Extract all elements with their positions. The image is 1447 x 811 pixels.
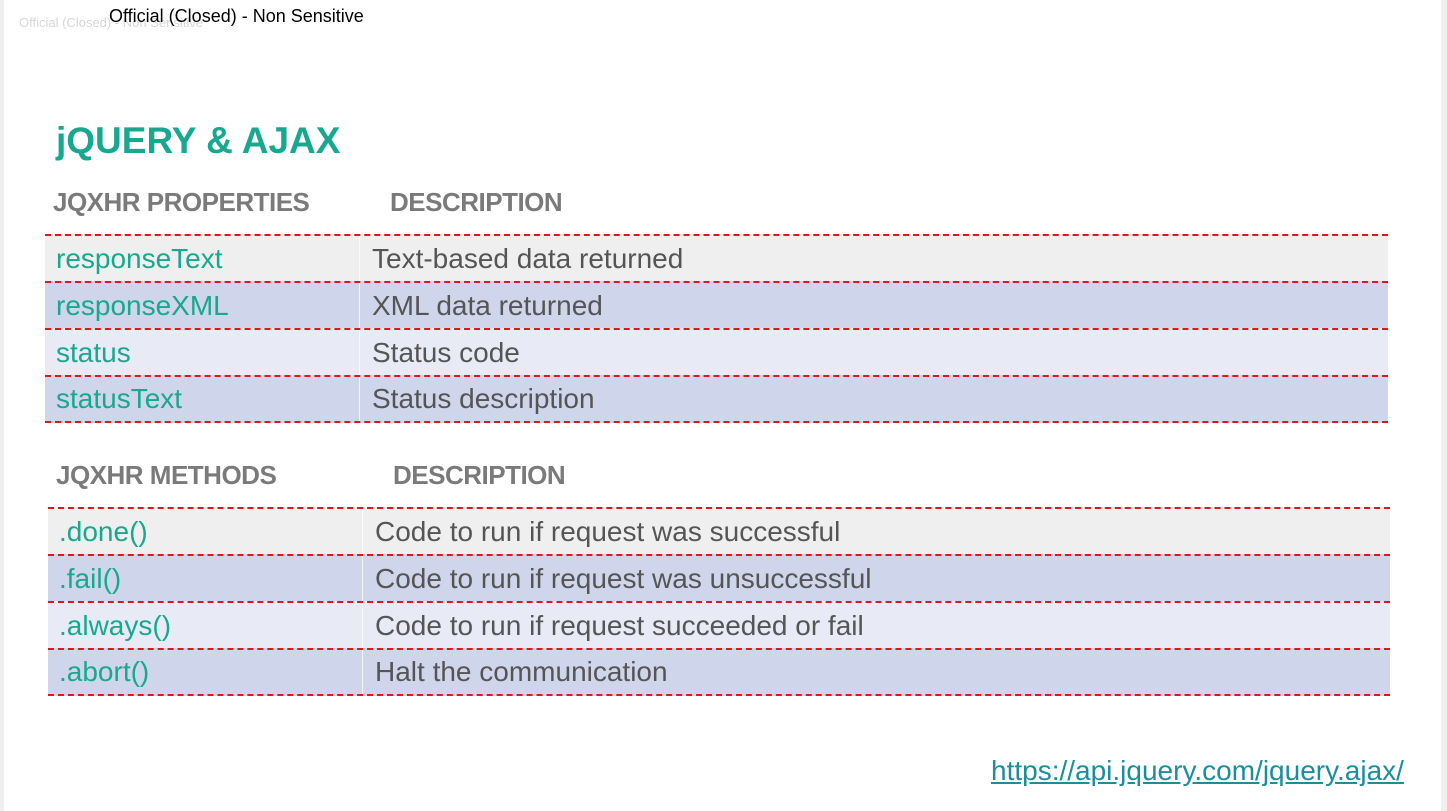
classification-label: Official (Closed) - Non Sensitive <box>109 6 364 26</box>
slide: Official (Closed) - Non Sensitive Offici… <box>4 0 1441 811</box>
methods-header-name: JQXHR METHODS <box>56 460 277 490</box>
method-name: .abort() <box>48 650 363 694</box>
table-row: status Status code <box>45 328 1388 375</box>
method-name: .fail() <box>48 556 363 601</box>
table-row: responseXML XML data returned <box>45 281 1388 328</box>
properties-header-description: DESCRIPTION <box>390 187 563 217</box>
methods-header-description: DESCRIPTION <box>393 460 566 490</box>
method-description: Code to run if request was unsuccessful <box>375 562 872 594</box>
table-row: .done() Code to run if request was succe… <box>48 507 1390 554</box>
property-description: XML data returned <box>372 289 603 321</box>
properties-header-name: JQXHR PROPERTIES <box>53 187 310 217</box>
property-name: responseText <box>45 236 360 281</box>
slide-title: jQUERY & AJAX <box>56 120 341 161</box>
table-row: responseText Text-based data returned <box>45 234 1388 281</box>
table-row: .fail() Code to run if request was unsuc… <box>48 554 1390 601</box>
table-row: statusText Status description <box>45 375 1388 423</box>
property-name: responseXML <box>45 283 360 328</box>
method-name: .always() <box>48 603 363 648</box>
table-row: .always() Code to run if request succeed… <box>48 601 1390 648</box>
property-name: status <box>45 330 360 375</box>
property-name: statusText <box>45 377 360 421</box>
method-description: Code to run if request succeeded or fail <box>375 609 864 641</box>
method-description: Halt the communication <box>375 656 668 687</box>
property-description: Status description <box>372 383 595 414</box>
method-name: .done() <box>48 509 363 554</box>
jquery-ajax-reference-link[interactable]: https://api.jquery.com/jquery.ajax/ <box>991 755 1404 787</box>
method-description: Code to run if request was successful <box>375 515 841 547</box>
table-row: .abort() Halt the communication <box>48 648 1390 696</box>
property-description: Status code <box>372 336 520 368</box>
property-description: Text-based data returned <box>372 242 684 274</box>
